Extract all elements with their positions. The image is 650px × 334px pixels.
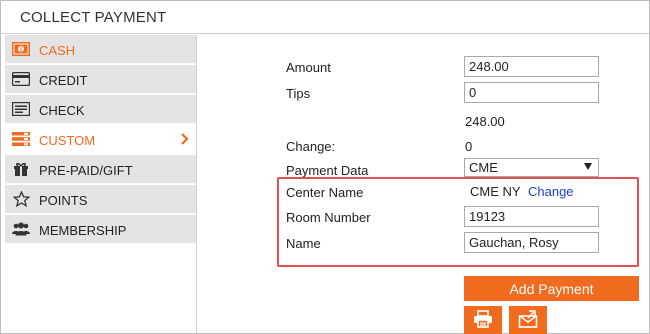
center-name-value: CME NY — [470, 184, 521, 199]
sidebar-item-label: POINTS — [39, 193, 88, 208]
print-button[interactable] — [464, 306, 502, 334]
add-payment-button[interactable]: Add Payment — [464, 276, 639, 301]
change-label: Change: — [286, 139, 336, 154]
title-bar: COLLECT PAYMENT — [1, 1, 649, 34]
check-icon — [11, 100, 31, 118]
sidebar-item-membership[interactable]: MEMBERSHIP — [5, 215, 196, 244]
room-number-input[interactable] — [464, 206, 599, 227]
amount-label: Amount — [286, 60, 331, 75]
collect-payment-window: COLLECT PAYMENT $ CASH CREDIT CHECK CUST… — [0, 0, 650, 334]
sidebar-item-label: PRE-PAID/GIFT — [39, 163, 133, 178]
name-label: Name — [286, 236, 321, 251]
export-icon — [518, 309, 538, 331]
total-value: 248.00 — [465, 114, 505, 129]
sidebar-item-points[interactable]: POINTS — [5, 185, 196, 214]
tips-label: Tips — [286, 86, 311, 101]
sidebar-item-label: CUSTOM — [39, 133, 96, 148]
amount-input[interactable] — [464, 56, 599, 77]
credit-card-icon — [11, 70, 31, 88]
svg-text:$: $ — [19, 47, 23, 54]
payment-method-sidebar: $ CASH CREDIT CHECK CUSTOM PRE-PAID/GIFT… — [5, 35, 197, 333]
chevron-right-icon — [180, 131, 190, 147]
email-export-button[interactable] — [509, 306, 547, 334]
page-title: COLLECT PAYMENT — [20, 9, 167, 26]
sidebar-item-cash[interactable]: $ CASH — [5, 35, 196, 64]
custom-icon — [11, 130, 31, 148]
gift-icon — [11, 160, 31, 178]
payment-data-selected: CME — [469, 160, 498, 175]
name-input[interactable] — [464, 232, 599, 253]
print-icon — [473, 309, 493, 331]
cash-icon: $ — [11, 40, 31, 58]
payment-data-select[interactable]: CME — [464, 158, 599, 177]
sidebar-item-custom[interactable]: CUSTOM — [5, 125, 196, 154]
room-number-label: Room Number — [286, 210, 371, 225]
star-icon — [11, 190, 31, 208]
sidebar-item-label: MEMBERSHIP — [39, 223, 127, 238]
tips-input[interactable] — [464, 82, 599, 103]
center-name-label: Center Name — [286, 185, 364, 200]
users-icon — [11, 220, 31, 238]
sidebar-item-check[interactable]: CHECK — [5, 95, 196, 124]
payment-data-label: Payment Data — [286, 163, 369, 178]
sidebar-item-label: CASH — [39, 43, 76, 58]
chevron-down-icon — [584, 163, 592, 170]
change-value: 0 — [465, 139, 473, 154]
sidebar-item-label: CHECK — [39, 103, 85, 118]
center-change-link[interactable]: Change — [528, 184, 574, 199]
sidebar-item-prepaid-gift[interactable]: PRE-PAID/GIFT — [5, 155, 196, 184]
sidebar-item-label: CREDIT — [39, 73, 88, 88]
sidebar-item-credit[interactable]: CREDIT — [5, 65, 196, 94]
